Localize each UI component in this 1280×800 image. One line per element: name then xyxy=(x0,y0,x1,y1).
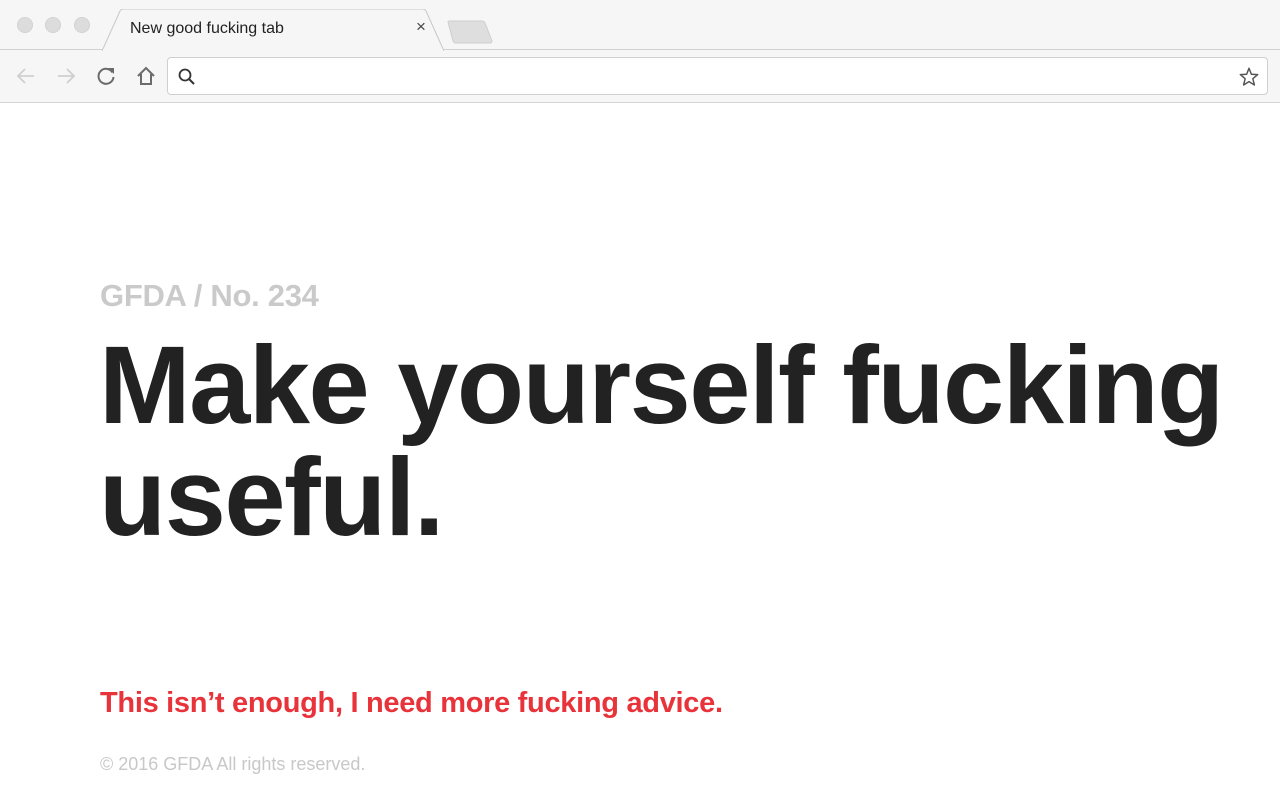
arrow-right-icon xyxy=(58,68,76,84)
tab-title: New good fucking tab xyxy=(130,20,284,37)
advice-headline: Make yourself fucking useful. xyxy=(99,324,1224,559)
copyright-text: © 2016 GFDA All rights reserved. xyxy=(100,754,366,774)
home-icon xyxy=(137,66,155,85)
address-input[interactable] xyxy=(204,63,1224,89)
issue-label: GFDA / No. 234 xyxy=(100,278,319,313)
window-maximize-button[interactable] xyxy=(74,17,90,33)
address-bar[interactable] xyxy=(167,57,1268,95)
tab-active[interactable]: New good fucking tab × xyxy=(102,9,444,51)
new-tab-button[interactable] xyxy=(446,20,494,44)
forward-button[interactable] xyxy=(53,63,79,89)
arrow-left-icon xyxy=(16,68,34,84)
browser-titlebar: New good fucking tab × xyxy=(0,0,1280,51)
reload-button[interactable] xyxy=(93,63,119,89)
search-icon xyxy=(178,68,195,85)
back-button[interactable] xyxy=(13,63,39,89)
home-button[interactable] xyxy=(133,63,159,89)
window-minimize-button[interactable] xyxy=(45,17,61,33)
page-content: GFDA / No. 234 Make yourself fucking use… xyxy=(0,104,1280,800)
tab-close-icon[interactable]: × xyxy=(412,18,430,36)
star-icon[interactable] xyxy=(1238,66,1260,88)
reload-icon xyxy=(97,67,115,85)
browser-toolbar xyxy=(0,50,1280,103)
more-advice-link[interactable]: This isn’t enough, I need more fucking a… xyxy=(100,687,723,720)
window-close-button[interactable] xyxy=(17,17,33,33)
